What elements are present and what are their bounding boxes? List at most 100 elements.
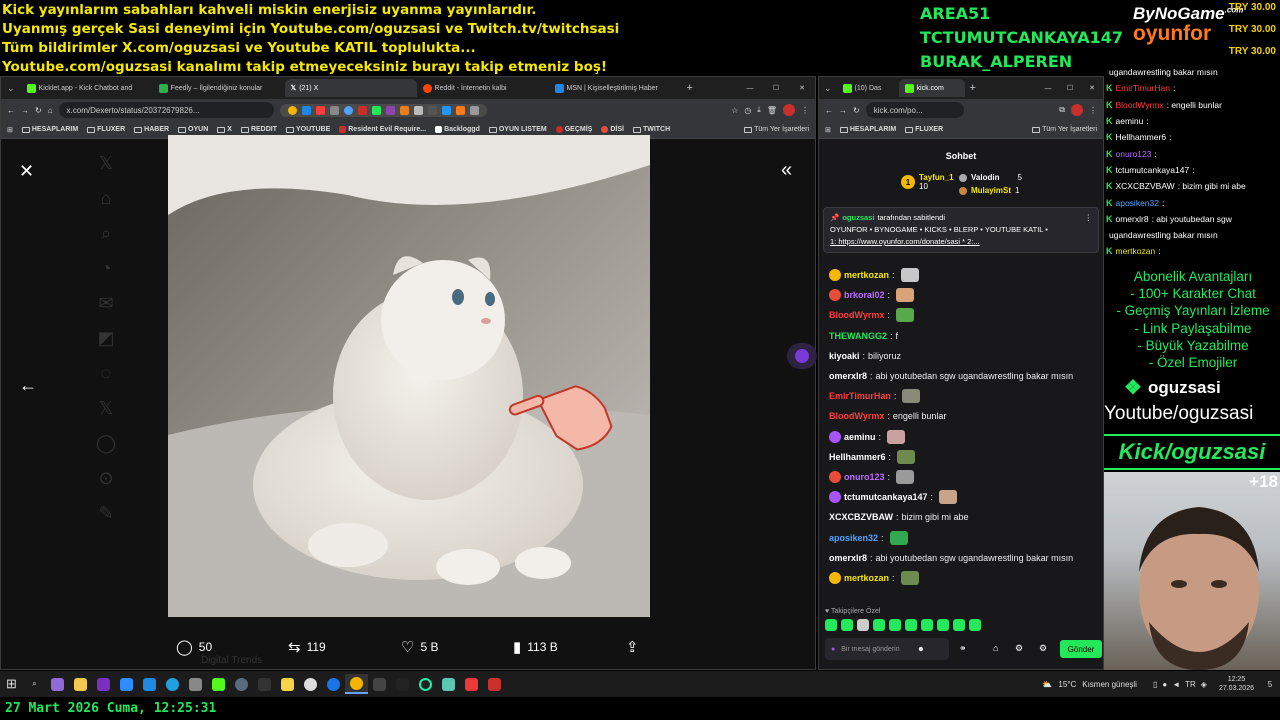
new-tab-icon[interactable]: + (965, 82, 981, 94)
like-button[interactable]: ♡ 5 B (401, 638, 438, 656)
chat-username[interactable]: omerxlr8 (829, 553, 867, 563)
chat-username[interactable]: BloodWyrmx (829, 411, 884, 421)
back-icon[interactable]: ← (825, 106, 833, 115)
taskbar-app[interactable] (230, 674, 253, 694)
tab-kick[interactable]: kick.com (898, 79, 965, 97)
bookmark-item[interactable]: X (217, 126, 232, 133)
pin-toggle-icon[interactable]: ⋮ (1085, 212, 1093, 224)
bookmark-item[interactable]: HESAPLARIM (839, 126, 896, 133)
taskbar-app[interactable] (437, 674, 460, 694)
chat-username[interactable]: onuro123 (844, 472, 885, 482)
chat-username[interactable]: tctumutcankaya147 (844, 492, 928, 502)
tab-search-icon[interactable]: ⌄ (1, 83, 21, 94)
taskbar-app[interactable] (46, 674, 69, 694)
share-button[interactable]: ⇪ (626, 638, 639, 656)
bookmark-item[interactable]: OYUN LISTEM (488, 126, 547, 133)
home-icon[interactable]: ⌂ (48, 106, 53, 115)
taskbar-app[interactable] (368, 674, 391, 694)
bookmark-item[interactable]: REDDIT (240, 126, 277, 133)
weather-widget[interactable]: ⛅ 15°C Kısmen güneşli (1032, 680, 1147, 689)
mod-icon[interactable]: ⚙ (1039, 643, 1047, 654)
taskbar-app[interactable] (115, 674, 138, 694)
bookmark-item[interactable]: Backloggd (435, 126, 480, 133)
taskbar-app[interactable] (92, 674, 115, 694)
tab-feedly[interactable]: Feedly – İlgilendiğiniz konular (153, 79, 285, 97)
leader-3[interactable]: MulayimSt 1 (959, 186, 1019, 195)
system-tray[interactable]: ▯ ● ◄ TR ◈ (1147, 680, 1213, 689)
chat-username[interactable]: XCXCBZVBAW (829, 512, 893, 522)
chat-username[interactable]: BloodWyrmx (829, 310, 884, 320)
emote-icon[interactable] (953, 619, 965, 631)
close-window-icon[interactable]: ✕ (789, 84, 815, 92)
bookmark-item[interactable]: GEÇMİŞ (555, 126, 592, 133)
chat-username[interactable]: mertkozan (844, 270, 889, 280)
settings-icon[interactable]: ⚙ (1015, 643, 1023, 654)
chat-username[interactable]: brkoral02 (844, 290, 885, 300)
emote-icon[interactable] (857, 619, 869, 631)
expand-icon[interactable]: « (781, 159, 792, 182)
taskbar-app[interactable] (253, 674, 276, 694)
url-field[interactable]: kick.com/po... (865, 102, 964, 118)
taskbar-app[interactable] (414, 674, 437, 694)
start-button[interactable]: ⊞ (0, 674, 23, 694)
taskbar-app[interactable] (483, 674, 506, 694)
bookmark-item[interactable]: HESAPLARIM (21, 126, 78, 133)
taskbar-app[interactable] (299, 674, 322, 694)
bookmark-item[interactable]: YOUTUBE (286, 126, 330, 133)
apps-icon[interactable]: ⊞ (7, 126, 13, 134)
back-icon[interactable]: ← (7, 106, 15, 115)
forward-icon[interactable]: → (839, 106, 847, 115)
tab-dashboard[interactable]: (10) Das (837, 79, 899, 97)
emote-icon[interactable] (889, 619, 901, 631)
maximize-icon[interactable]: ☐ (763, 84, 789, 92)
notification-button[interactable]: 5 (1260, 680, 1280, 689)
bookmark-item[interactable]: DİSİ (601, 126, 624, 133)
chat-username[interactable]: kiyoaki (829, 351, 860, 361)
maximize-icon[interactable]: ☐ (1059, 84, 1081, 92)
tab-x[interactable]: 𝕏 (21) X (284, 79, 417, 97)
close-media-icon[interactable]: ✕ (19, 161, 34, 182)
emote-icon[interactable] (969, 619, 981, 631)
emote-icon[interactable] (905, 619, 917, 631)
close-window-icon[interactable]: ✕ (1081, 84, 1103, 92)
chat-username[interactable]: mertkozan (844, 573, 889, 583)
emote-icon[interactable] (937, 619, 949, 631)
chat-username[interactable]: Hellhammer6 (829, 452, 886, 462)
chat-username[interactable]: aeminu (844, 432, 876, 442)
apps-icon[interactable]: ⊞ (825, 126, 831, 134)
taskbar-app[interactable] (69, 674, 92, 694)
chat-username[interactable]: EmirTimurHan (829, 391, 891, 401)
extensions-strip[interactable] (279, 103, 487, 117)
new-tab-icon[interactable]: + (681, 82, 699, 94)
minimize-icon[interactable]: — (737, 85, 763, 92)
downloads-icon[interactable]: ⤓ (757, 105, 761, 115)
repost-button[interactable]: ⇆ 119 (288, 638, 326, 656)
reload-icon[interactable]: ↻ (853, 106, 860, 115)
menu-icon[interactable]: ⋮ (1089, 106, 1097, 115)
bookmark-item[interactable]: Resident Evil Require... (339, 126, 426, 133)
floating-purple-icon[interactable] (787, 343, 817, 369)
tab-reddit[interactable]: Reddit - İnternetin kalbi (417, 79, 549, 97)
taskbar-app[interactable] (184, 674, 207, 694)
emote-icon[interactable] (873, 619, 885, 631)
chat-username[interactable]: THEWANGG2 (829, 331, 887, 341)
emote-icon[interactable] (921, 619, 933, 631)
leader-1[interactable]: 1 Tayfun_1 10 (901, 173, 954, 191)
extensions-icon[interactable]: ⧉ (1059, 105, 1065, 115)
reply-button[interactable]: ◯ 50 (176, 638, 212, 656)
pinned-message[interactable]: 📌 oguzsasi tarafından sabitlendi ⋮ OYUNFOR … (823, 207, 1099, 253)
forward-icon[interactable]: → (21, 106, 29, 115)
profile-icon[interactable] (783, 104, 795, 116)
minimize-icon[interactable]: — (1037, 85, 1059, 92)
taskbar-app[interactable] (161, 674, 184, 694)
taskbar-app[interactable] (391, 674, 414, 694)
tab-kicklet[interactable]: Kicklet.app - Kick Chatbot and (21, 79, 153, 97)
links-icon[interactable]: ⚭ (959, 643, 967, 654)
store-icon[interactable]: ⌂ (993, 643, 998, 653)
tab-search-icon[interactable]: ⌄ (819, 83, 837, 94)
history-icon[interactable]: ◷ (744, 106, 751, 115)
emote-icon[interactable] (841, 619, 853, 631)
all-bookmarks[interactable]: Tüm Yer İşaretleri (744, 126, 809, 133)
taskbar-app[interactable] (207, 674, 230, 694)
bookmark-item[interactable]: HABER (134, 126, 169, 133)
